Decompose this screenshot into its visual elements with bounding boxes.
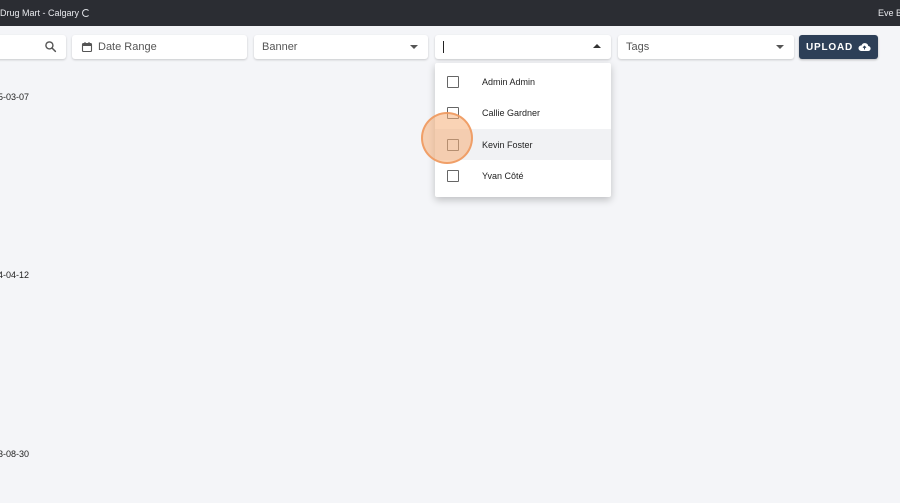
user-option-label: Admin Admin [482, 76, 536, 87]
loading-icon [82, 9, 91, 17]
user-option-admin-admin[interactable]: Admin Admin [435, 66, 611, 97]
date-range-picker[interactable]: Date Range [72, 35, 247, 59]
upload-button[interactable]: UPLOAD [799, 35, 878, 59]
store-name[interactable]: Drug Mart - Calgary [0, 8, 91, 18]
user-option-yvan-cote[interactable]: Yvan Côté [435, 160, 611, 191]
user-option-label: Callie Gardner [482, 107, 541, 118]
checkbox[interactable] [447, 75, 459, 88]
store-name-label: Drug Mart - Calgary [0, 8, 80, 18]
user-menu[interactable]: Eve B [878, 8, 900, 18]
click-indicator [421, 112, 473, 164]
user-option-label: Yvan Côté [482, 170, 524, 181]
date-header: 4-04-12 [0, 270, 30, 280]
date-range-label: Date Range [98, 41, 157, 53]
upload-button-label: UPLOAD [805, 41, 854, 53]
tags-select[interactable]: Tags [618, 35, 794, 59]
chevron-up-icon[interactable] [593, 44, 601, 48]
user-select-input[interactable] [435, 35, 611, 59]
checkbox[interactable] [447, 169, 459, 182]
calendar-icon [81, 42, 93, 53]
date-header: 3-08-30 [0, 449, 30, 459]
chevron-down-icon[interactable] [410, 45, 418, 49]
banner-label: Banner [262, 41, 298, 53]
banner-select[interactable]: Banner [254, 35, 428, 59]
chevron-down-icon[interactable] [776, 45, 784, 49]
text-cursor [443, 41, 444, 53]
search-input[interactable] [0, 35, 66, 59]
date-header: 5-03-07 [0, 92, 30, 102]
top-bar: Drug Mart - Calgary Eve B [0, 0, 900, 26]
user-option-label: Kevin Foster [482, 139, 533, 150]
search-icon[interactable] [44, 40, 57, 53]
tags-label: Tags [626, 41, 650, 53]
cloud-upload-icon [858, 43, 871, 52]
